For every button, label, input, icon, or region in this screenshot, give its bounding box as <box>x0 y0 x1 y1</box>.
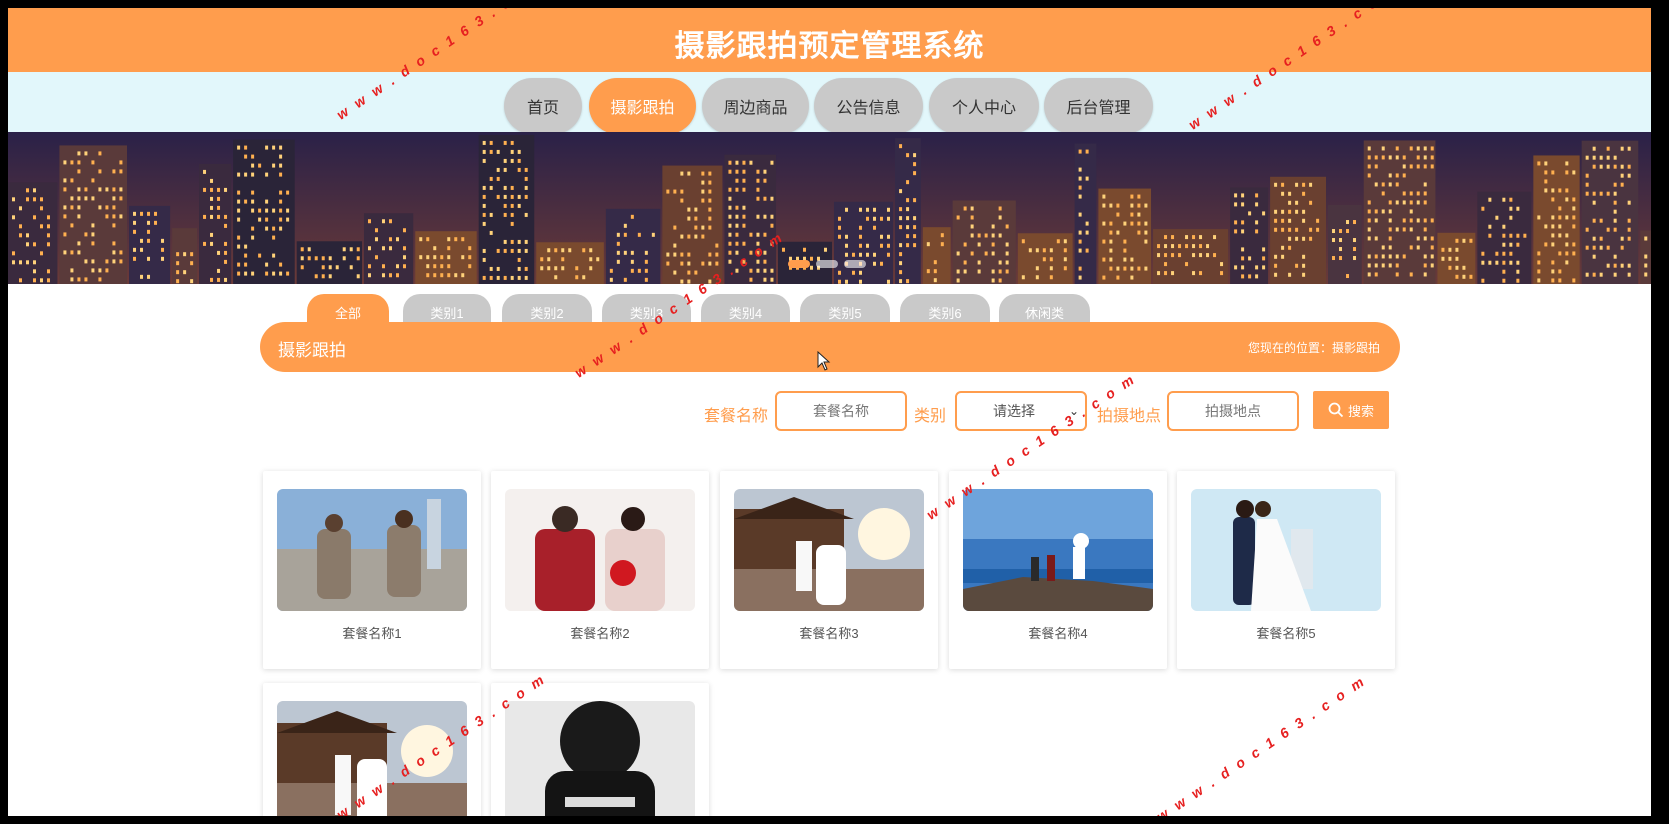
product-image[interactable] <box>1191 489 1381 611</box>
product-photo <box>734 489 924 611</box>
nav-personal-center[interactable]: 个人中心 <box>929 78 1039 134</box>
product-photo <box>505 701 695 816</box>
product-image[interactable] <box>734 489 924 611</box>
watermark: w w w . d o c 1 6 3 . c o m <box>1153 672 1369 816</box>
search-icon <box>1328 402 1344 418</box>
product-photo <box>963 489 1153 611</box>
product-photo <box>505 489 695 611</box>
breadcrumb: 您现在的位置：摄影跟拍 <box>1248 339 1380 356</box>
main-nav: 首页 摄影跟拍 周边商品 公告信息 个人中心 后台管理 <box>8 72 1651 134</box>
product-photo <box>1191 489 1381 611</box>
product-name: 套餐名称5 <box>1256 626 1316 641</box>
product-name: 套餐名称3 <box>799 626 859 641</box>
shooting-location-label: 拍摄地点 <box>1097 408 1162 425</box>
product-image[interactable] <box>277 489 467 611</box>
product-photo <box>277 489 467 611</box>
product-card[interactable] <box>491 683 709 816</box>
carousel-dot[interactable] <box>844 260 866 268</box>
product-image[interactable] <box>505 489 695 611</box>
nav-photo-follow[interactable]: 摄影跟拍 <box>589 78 696 134</box>
product-image[interactable] <box>963 489 1153 611</box>
package-name-label: 套餐名称 <box>704 408 769 425</box>
product-name: 套餐名称4 <box>1028 626 1088 641</box>
product-card[interactable]: 套餐名称1 <box>263 471 481 669</box>
product-card[interactable]: 套餐名称2 <box>491 471 709 669</box>
nav-announcements[interactable]: 公告信息 <box>814 78 923 134</box>
banner-carousel[interactable] <box>8 132 1651 284</box>
header-bar: 摄影跟拍预定管理系统 <box>8 8 1651 72</box>
package-name-input[interactable] <box>775 391 907 431</box>
product-card[interactable]: 套餐名称4 <box>949 471 1167 669</box>
product-card[interactable]: 套餐名称5 <box>1177 471 1395 669</box>
carousel-dot[interactable] <box>788 260 810 268</box>
carousel-indicators <box>788 260 866 268</box>
nav-admin[interactable]: 后台管理 <box>1044 78 1153 134</box>
product-name: 套餐名称1 <box>342 626 402 641</box>
nav-merchandise[interactable]: 周边商品 <box>702 78 809 134</box>
site-title: 摄影跟拍预定管理系统 <box>674 30 985 63</box>
search-button-label: 搜索 <box>1347 403 1374 419</box>
product-image[interactable] <box>505 701 695 816</box>
section-title: 摄影跟拍 <box>278 341 346 360</box>
carousel-dot[interactable] <box>816 260 838 268</box>
nav-home[interactable]: 首页 <box>504 78 582 134</box>
product-name: 套餐名称2 <box>570 626 630 641</box>
breadcrumb-prefix: 您现在的位置： <box>1247 341 1332 355</box>
shooting-location-input[interactable] <box>1167 391 1299 431</box>
category-label: 类别 <box>914 408 947 425</box>
product-card[interactable]: 套餐名称3 <box>720 471 938 669</box>
search-button[interactable]: 搜索 <box>1313 391 1389 429</box>
page: 摄影跟拍预定管理系统 首页 摄影跟拍 周边商品 公告信息 个人中心 后台管理 全… <box>8 8 1651 816</box>
breadcrumb-current[interactable]: 摄影跟拍 <box>1332 341 1380 355</box>
category-select-value: 请选择 <box>993 403 1035 419</box>
